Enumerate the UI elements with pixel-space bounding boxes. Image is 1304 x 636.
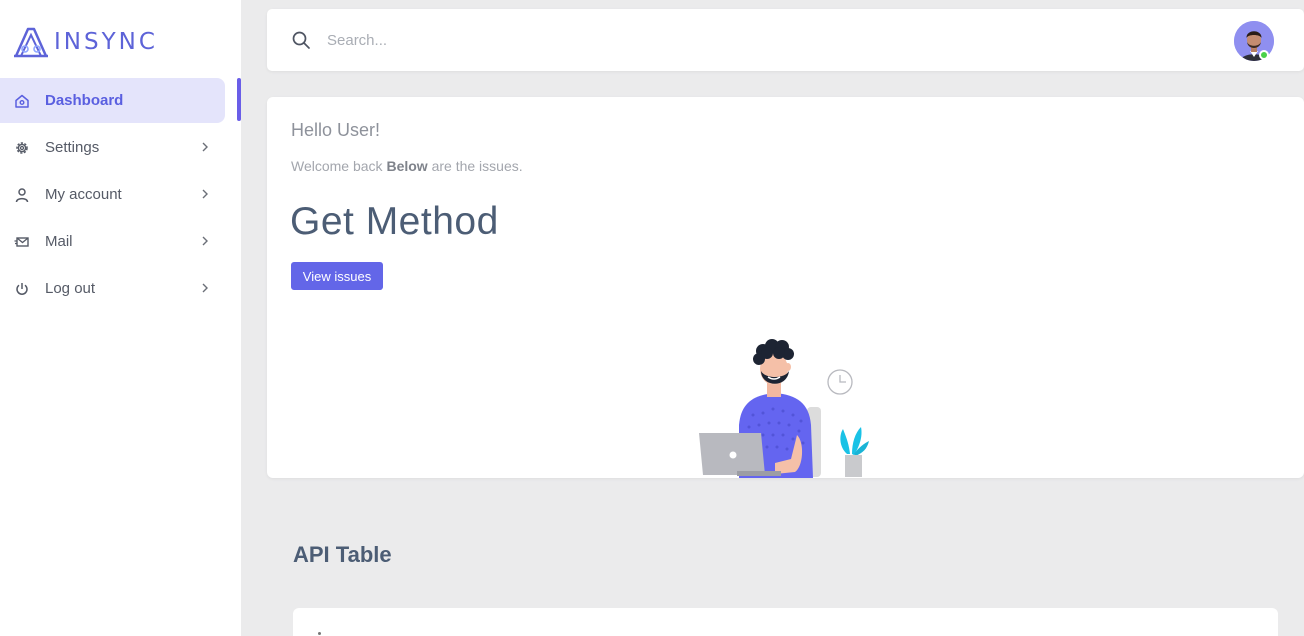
sidebar-item-label: Mail: [45, 233, 73, 250]
page-title: Get Method: [290, 200, 499, 243]
welcome-bold: Below: [386, 158, 428, 174]
api-table-card: [293, 608, 1278, 636]
search-input[interactable]: [327, 28, 827, 52]
developer-illustration: [699, 339, 869, 478]
active-indicator: [237, 78, 241, 121]
mail-icon: [14, 234, 30, 250]
sidebar: INSYNC Dashboard Settings My account Mai…: [0, 0, 241, 636]
home-icon: [14, 93, 30, 109]
top-search-bar: [267, 9, 1304, 71]
greeting: Hello User!: [291, 120, 381, 140]
chevron-right-icon: [202, 236, 208, 246]
chevron-right-icon: [202, 142, 208, 152]
brand-logo[interactable]: INSYNC: [12, 22, 158, 62]
sidebar-item-label: My account: [45, 186, 122, 203]
sidebar-nav: Dashboard Settings My account Mail Log o…: [0, 78, 225, 313]
table-row-marker: [318, 632, 321, 635]
welcome-text: Welcome back Below are the issues.: [291, 158, 523, 174]
view-issues-button[interactable]: View issues: [291, 262, 383, 290]
chevron-right-icon: [202, 283, 208, 293]
sidebar-item-mail[interactable]: Mail: [0, 219, 225, 264]
user-icon: [14, 187, 30, 203]
sidebar-item-log-out[interactable]: Log out: [0, 266, 225, 311]
sidebar-item-my-account[interactable]: My account: [0, 172, 225, 217]
sidebar-item-label: Log out: [45, 280, 96, 297]
sidebar-item-label: Settings: [45, 139, 100, 156]
api-table-title: API Table: [293, 542, 392, 567]
sidebar-item-settings[interactable]: Settings: [0, 125, 225, 170]
insync-logo-icon: [14, 27, 48, 58]
gear-icon: [14, 140, 30, 156]
welcome-card: Hello User! Welcome back Below are the i…: [267, 97, 1304, 478]
power-icon: [14, 281, 30, 297]
online-status-dot: [1259, 50, 1269, 60]
brand-name: INSYNC: [54, 29, 158, 55]
search-icon[interactable]: [291, 30, 311, 50]
chevron-right-icon: [202, 189, 208, 199]
sidebar-item-label: Dashboard: [45, 92, 124, 109]
welcome-prefix: Welcome back: [291, 158, 387, 174]
welcome-suffix: are the issues.: [427, 158, 523, 174]
sidebar-item-dashboard[interactable]: Dashboard: [0, 78, 225, 123]
